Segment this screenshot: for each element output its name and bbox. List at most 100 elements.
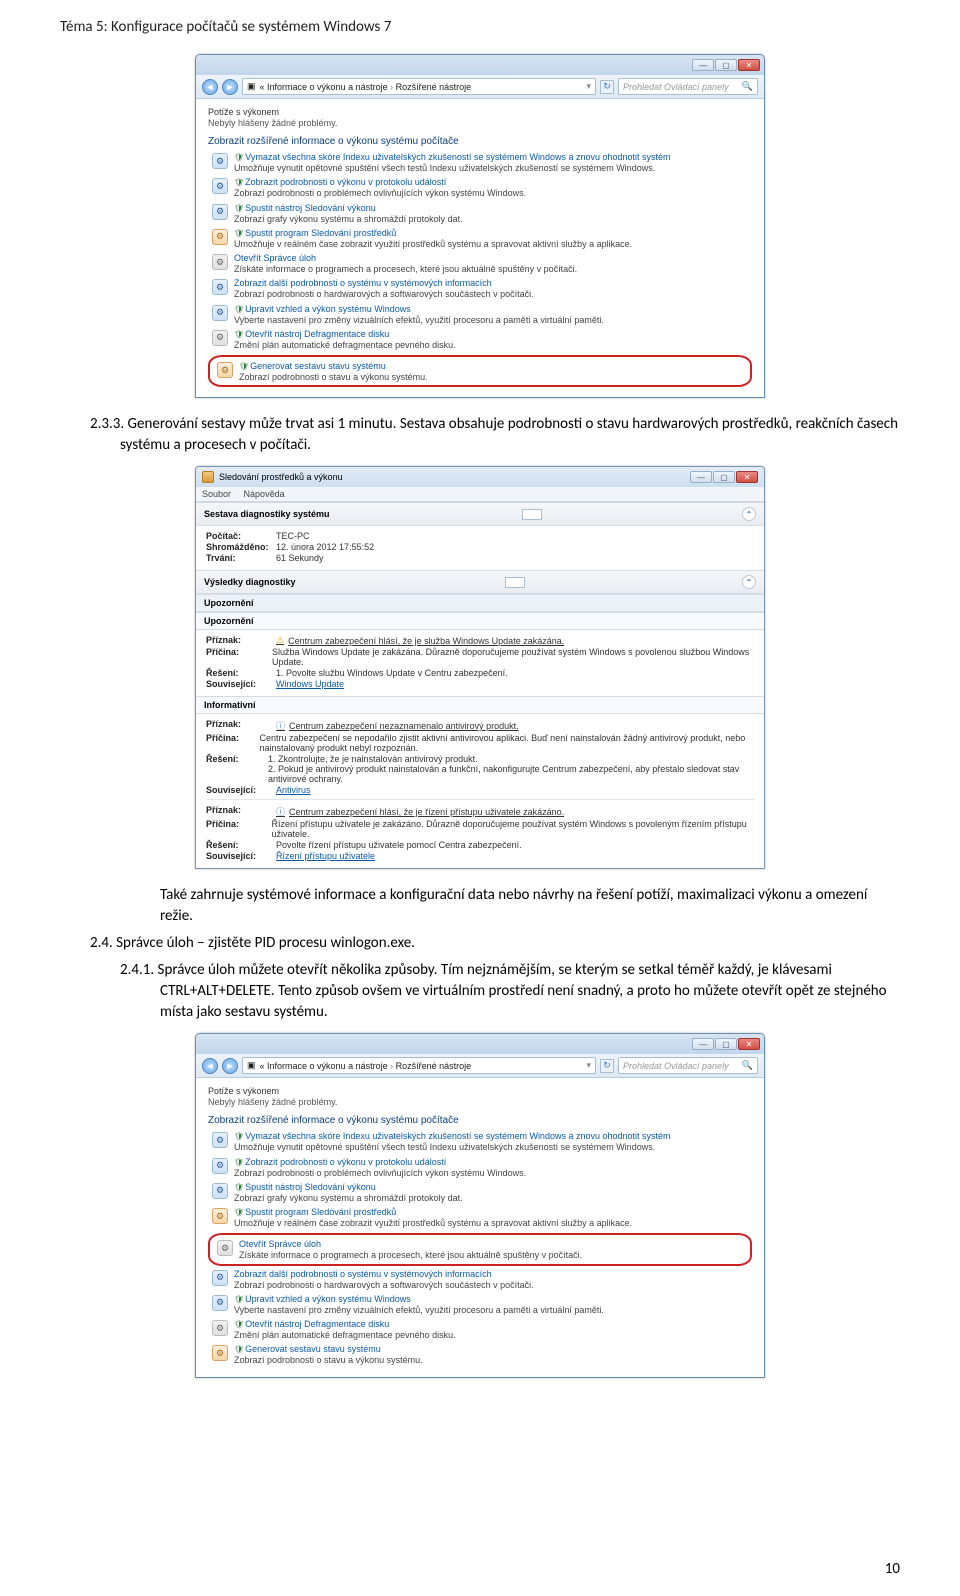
tool-row[interactable]: ⚙Zobrazit další podrobnosti o systému v … [212,1269,752,1291]
tool-desc: Umožňuje v reálném čase zobrazit využití… [234,1218,752,1229]
tool-row[interactable]: ⚙ 🛡Generovat sestavu stavu systémuZobrazí… [217,361,744,383]
tool-icon: ⚙ [212,330,228,346]
tool-row[interactable]: ⚙ 🛡Zobrazit podrobnosti o výkonu v protok… [212,1157,752,1179]
tool-icon: ⚙ [212,1345,228,1361]
shield-icon: 🛡 [234,229,244,238]
tool-link[interactable]: 🛡Spustit program Sledování prostředků [234,1207,752,1217]
search-icon: 🔍 [742,81,753,92]
tool-row[interactable]: ⚙ Otevřít Správce úlohZískáte informace o… [212,253,752,275]
minimize-button[interactable]: — [692,59,714,71]
tool-row[interactable]: ⚙🛡Generovat sestavu stavu systémuZobrazí… [212,1344,752,1366]
label-related: Související: [206,679,276,689]
menu-file[interactable]: Soubor [202,489,231,499]
collapse-icon[interactable]: ⌃ [742,575,756,589]
tool-link[interactable]: 🛡Zobrazit podrobnosti o výkonu v protoko… [234,177,752,187]
doc-header: Téma 5: Konfigurace počítačů se systémem… [60,18,900,36]
issues-none: Nebyly hlášeny žádné problémy. [208,1097,752,1107]
maximize-button[interactable]: ▢ [715,1038,737,1050]
tool-link[interactable]: 🛡Upravit vzhled a výkon systému Windows [234,304,752,314]
issues-none: Nebyly hlášeny žádné problémy. [208,118,752,128]
tool-link[interactable]: 🛡Upravit vzhled a výkon systému Windows [234,1294,752,1304]
tool-link[interactable]: 🛡Vymazat všechna skóre Indexu uživatelsk… [234,152,752,162]
forward-button[interactable]: ► [222,79,238,95]
tool-row[interactable]: ⚙ 🛡Upravit vzhled a výkon systému Windows… [212,304,752,326]
info-link[interactable]: ⓘCentrum zabezpečení nezaznamenalo antiv… [276,719,519,732]
related-link[interactable]: Windows Update [276,679,344,689]
minimize-button[interactable]: — [690,471,712,483]
minimize-button[interactable]: — [692,1038,714,1050]
tool-row[interactable]: ⚙🛡Zobrazit podrobnosti o výkonu v protok… [212,177,752,199]
refresh-button[interactable]: ↻ [600,80,614,94]
forward-button[interactable]: ► [222,1058,238,1074]
band-results[interactable]: Výsledky diagnostiky⌃ [196,570,764,594]
tool-icon: ⚙ [212,254,228,270]
breadcrumb-box[interactable]: ▣ « Informace o výkonu a nástroje › Rozš… [242,78,596,95]
band-system[interactable]: Sestava diagnostiky systému⌃ [196,502,764,526]
tool-link[interactable]: 🛡Spustit nástroj Sledování výkonu [234,1182,752,1192]
shield-icon: 🛡 [234,1208,244,1217]
tool-row[interactable]: ⚙ 🛡Vymazat všechna skóre Indexu uživatels… [212,152,752,174]
info-link[interactable]: ⓘCentrum zabezpečení hlásí, že je řízení… [276,805,564,818]
maximize-button[interactable]: ▢ [713,471,735,483]
tool-link[interactable]: 🛡Spustit nástroj Sledování výkonu [234,203,752,213]
tool-link[interactable]: Otevřít Správce úloh [239,1239,744,1249]
tool-row[interactable]: ⚙Zobrazit další podrobnosti o systému v … [212,278,752,300]
back-button[interactable]: ◄ [202,1058,218,1074]
tool-icon: ⚙ [212,305,228,321]
back-button[interactable]: ◄ [202,79,218,95]
tool-link[interactable]: 🛡Generovat sestavu stavu systému [239,361,744,371]
warning-link[interactable]: ⚠Centrum zabezpečení hlásí, že je služba… [276,635,564,646]
tool-desc: Vyberte nastavení pro změny vizuálních e… [234,1305,752,1316]
close-button[interactable]: ✕ [738,59,760,71]
report-titlebar: Sledování prostředků a výkonu — ▢ ✕ [196,467,764,487]
shield-icon: 🛡 [234,1345,244,1354]
tool-icon: ⚙ [212,1158,228,1174]
pc-value: TEC-PC [276,531,310,541]
tool-link[interactable]: Otevřít Správce úloh [234,253,752,263]
close-button[interactable]: ✕ [738,1038,760,1050]
tool-row[interactable]: ⚙Otevřít Správce úlohZískáte informace o… [217,1239,744,1261]
tool-row[interactable]: ⚙🛡Vymazat všechna skóre Indexu uživatels… [212,1131,752,1153]
chevron-down-icon[interactable]: ▾ [586,81,591,92]
tool-desc: Zobrazí podrobnosti o hardwarových a sof… [234,1280,752,1291]
tool-row[interactable]: ⚙🛡Otevřít nástroj Defragmentace diskuZmě… [212,1319,752,1341]
search-placeholder: Prohledat Ovládací panely [623,1061,729,1071]
tool-icon: ⚙ [212,153,228,169]
tool-link[interactable]: Zobrazit další podrobnosti o systému v s… [234,278,752,288]
tool-desc: Umožňuje v reálném čase zobrazit využití… [234,239,752,250]
tool-row[interactable]: ⚙🛡Spustit program Sledování prostředkůUm… [212,1207,752,1229]
search-icon: 🔍 [742,1060,753,1071]
tool-row[interactable]: ⚙🛡Spustit program Sledování prostředkůUm… [212,228,752,250]
search-input[interactable]: Prohledat Ovládací panely 🔍 [618,1057,758,1074]
tool-link[interactable]: 🛡Vymazat všechna skóre Indexu uživatelsk… [234,1131,752,1141]
fix-value: Povolte řízení přístupu uživatele pomocí… [276,840,522,850]
tool-link[interactable]: 🛡Spustit program Sledování prostředků [234,228,752,238]
tool-link[interactable]: 🛡Generovat sestavu stavu systému [234,1344,752,1354]
breadcrumb-box[interactable]: ▣ « Informace o výkonu a nástroje › Rozš… [242,1057,596,1074]
tool-link[interactable]: Zobrazit další podrobnosti o systému v s… [234,1269,752,1279]
shield-icon: 🛡 [234,330,244,339]
tool-icon: ⚙ [217,362,233,378]
refresh-button[interactable]: ↻ [600,1059,614,1073]
tool-link[interactable]: 🛡Zobrazit podrobnosti o výkonu v protoko… [234,1157,752,1167]
related-link[interactable]: Řízení přístupu uživatele [276,851,375,861]
tool-desc: Změní plán automatické defragmentace pev… [234,1330,752,1341]
search-input[interactable]: Prohledat Ovládací panely 🔍 [618,78,758,95]
tool-link[interactable]: 🛡Otevřít nástroj Defragmentace disku [234,329,752,339]
close-button[interactable]: ✕ [736,471,758,483]
tool-row[interactable]: ⚙🛡Spustit nástroj Sledování výkonuZobraz… [212,1182,752,1204]
collected-label: Shromážděno: [206,542,276,552]
tool-desc: Zobrazí podrobnosti o stavu a výkonu sys… [239,372,744,383]
related-link[interactable]: Antivirus [276,785,311,795]
collapse-icon[interactable]: ⌃ [742,507,756,521]
menu-help[interactable]: Nápověda [244,489,285,499]
para-2-4: 2.4. Správce úloh – zjistěte PID procesu… [90,933,900,954]
tool-row[interactable]: ⚙🛡Otevřít nástroj Defragmentace diskuZmě… [212,329,752,351]
breadcrumb-icon: ▣ [247,1060,256,1071]
tool-row[interactable]: ⚙🛡Spustit nástroj Sledování výkonuZobraz… [212,203,752,225]
tool-row[interactable]: ⚙🛡Upravit vzhled a výkon systému Windows… [212,1294,752,1316]
maximize-button[interactable]: ▢ [715,59,737,71]
chevron-down-icon[interactable]: ▾ [586,1060,591,1071]
tool-link[interactable]: 🛡Otevřít nástroj Defragmentace disku [234,1319,752,1329]
tool-desc: Získáte informace o programech a procese… [234,264,752,275]
